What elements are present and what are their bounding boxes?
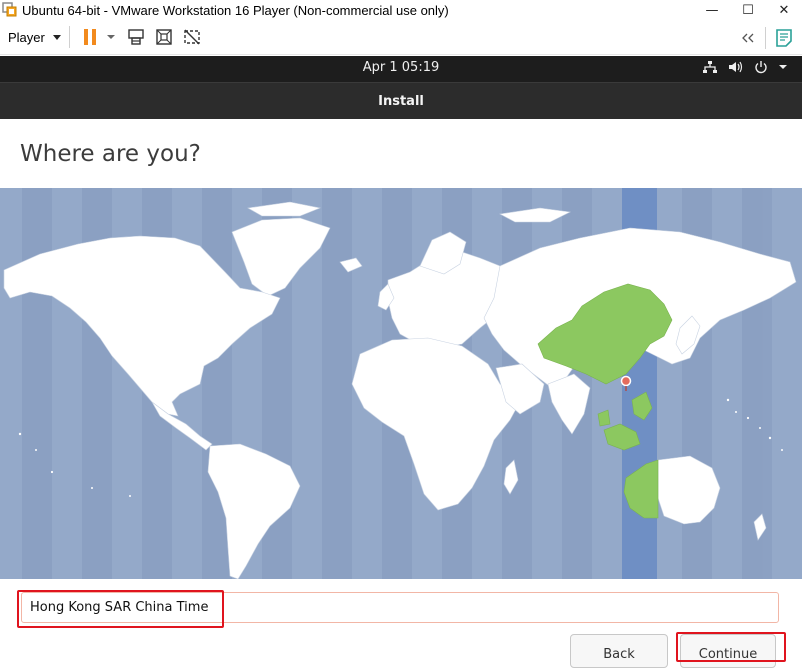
continue-button-label: Continue [698,647,758,662]
network-icon [703,61,717,73]
fit-guest-icon [156,29,172,45]
notes-icon [776,29,792,47]
toolbar-divider [765,27,766,49]
pause-dropdown-button[interactable] [104,23,118,51]
send-ctrl-alt-del-button[interactable] [122,23,150,51]
volume-icon [729,61,743,73]
installer-header: Install [0,82,802,119]
power-icon [755,61,767,74]
unity-icon [184,29,200,45]
world-map-graphic [0,188,802,579]
vmware-toolbar: Player [0,20,802,55]
window-title: Ubuntu 64-bit - VMware Workstation 16 Pl… [22,2,449,18]
ubuntu-top-bar: Apr 1 05:19 [0,56,802,82]
send-ctrl-alt-del-icon [128,29,144,45]
minimize-button[interactable]: — [694,0,730,20]
window-title-bar: Ubuntu 64-bit - VMware Workstation 16 Pl… [0,0,802,20]
pause-button[interactable] [76,23,104,51]
continue-button[interactable]: Continue [680,634,776,668]
timezone-input[interactable] [21,592,779,623]
unity-button[interactable] [178,23,206,51]
installer-title: Install [378,93,424,109]
toolbar-divider [68,26,70,48]
timezone-map[interactable] [0,188,802,579]
close-button[interactable]: ✕ [766,0,802,20]
maximize-button[interactable]: ☐ [730,0,766,20]
system-tray[interactable] [702,60,788,74]
back-button[interactable]: Back [570,634,668,668]
page-title: Where are you? [20,141,201,167]
chevron-down-icon [779,65,787,69]
chevron-down-icon [106,35,115,39]
notes-button[interactable] [772,24,796,52]
vmware-app-icon [2,2,17,17]
back-button-label: Back [603,647,635,662]
chevron-down-icon [52,34,61,40]
player-menu-label: Player [8,29,45,45]
fit-guest-button[interactable] [150,23,178,51]
double-chevron-left-icon [742,33,754,43]
back-button[interactable] [737,24,759,52]
pause-icon [83,29,96,45]
player-menu[interactable]: Player [8,30,61,45]
clock[interactable]: Apr 1 05:19 [0,60,802,75]
